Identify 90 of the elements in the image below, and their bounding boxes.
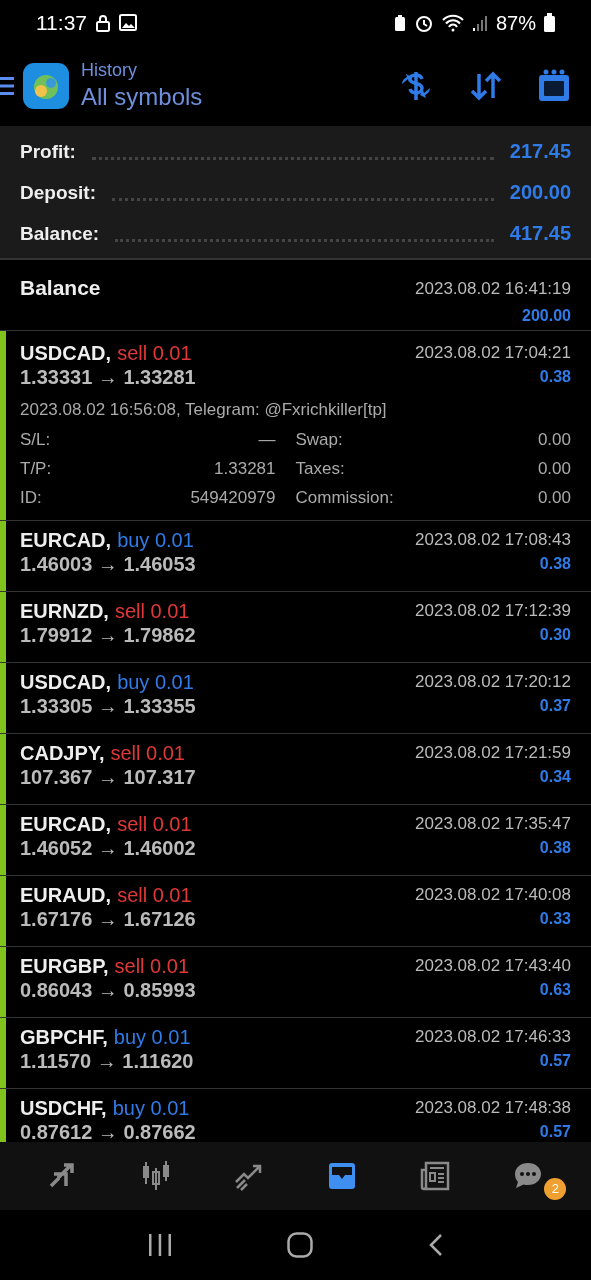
trade-symbol: EURAUD, <box>20 883 112 907</box>
app-logo-icon <box>23 62 69 109</box>
trade-profit: 0.37 <box>539 696 571 716</box>
detail-value: 0.00 <box>537 457 571 480</box>
trade-prices: 1.46052 → 1.46002 <box>20 836 196 860</box>
trade-profit: 0.38 <box>539 554 571 574</box>
home-icon[interactable] <box>287 1232 314 1258</box>
wifi-icon <box>441 13 464 32</box>
detail-label: ID: <box>20 486 42 509</box>
trade-order: sell 0.01 <box>114 954 190 978</box>
trade-profit: 0.57 <box>539 1051 571 1071</box>
trade-time: 2023.08.02 17:21:59 <box>415 742 571 764</box>
detail-label: Swap: <box>295 428 343 451</box>
sort-icon[interactable] <box>469 70 503 101</box>
trade-order: sell 0.01 <box>117 812 192 836</box>
trade-time: 2023.08.02 17:40:08 <box>415 884 571 906</box>
trade-order: sell 0.01 <box>117 883 192 907</box>
trade-time: 2023.08.02 17:43:40 <box>415 955 571 977</box>
trade-profit: 0.38 <box>539 838 571 858</box>
trade-profit: 0.38 <box>539 367 571 387</box>
trade-prices: 1.79912 → 1.79862 <box>20 623 196 647</box>
detail-value: — <box>258 428 276 451</box>
image-icon <box>119 14 137 31</box>
detail-value: 549420979 <box>190 486 276 509</box>
trade-prices: 0.87612 → 0.87662 <box>20 1120 196 1142</box>
detail-value: 0.00 <box>537 486 571 509</box>
trade-time: 2023.08.02 17:04:21 <box>415 342 571 364</box>
summary-value: 417.45 <box>509 221 571 246</box>
summary-value: 200.00 <box>509 180 571 205</box>
trade-symbol: USDCAD, <box>20 341 112 365</box>
trade-profit: 0.30 <box>539 625 571 645</box>
trade-symbol: EURCAD, <box>20 528 112 552</box>
trade-prices: 0.86043 → 0.85993 <box>20 978 196 1002</box>
screen-subtitle: History <box>81 59 138 82</box>
summary-label: Deposit: <box>20 180 96 205</box>
trade-time: 2023.08.02 17:35:47 <box>415 813 571 835</box>
trade-prices: 1.46003 → 1.46053 <box>20 552 196 576</box>
entry-amount: 200.00 <box>522 305 571 326</box>
summary-label: Profit: <box>20 139 76 164</box>
trade-symbol: CADJPY, <box>20 741 105 765</box>
trade-order: sell 0.01 <box>117 341 192 365</box>
detail-label: Taxes: <box>295 457 345 480</box>
calendar-icon[interactable] <box>537 68 571 103</box>
trade-symbol: EURCAD, <box>20 812 112 836</box>
detail-value: 1.33281 <box>214 457 276 480</box>
trade-order: buy 0.01 <box>113 1025 191 1049</box>
trade-time: 2023.08.02 17:12:39 <box>415 600 571 622</box>
trade-profit: 0.57 <box>539 1122 571 1142</box>
battery-percent: 87% <box>495 10 536 36</box>
trade-symbol: EURNZD, <box>20 599 109 623</box>
trade-time: 2023.08.02 17:20:12 <box>415 671 571 693</box>
screen-title: All symbols <box>81 81 203 112</box>
detail-label: T/P: <box>20 457 52 480</box>
trade-prices: 1.33305 → 1.33355 <box>20 694 196 718</box>
trade-prices: 1.11570 → 1.11620 <box>20 1049 194 1073</box>
trade-prices: 107.367 → 107.317 <box>20 765 196 789</box>
trade-order: buy 0.01 <box>117 528 194 552</box>
trade-profit: 0.34 <box>539 767 571 787</box>
trade-symbol: GBPCHF, <box>20 1025 108 1049</box>
trade-order: sell 0.01 <box>114 599 190 623</box>
trade-comment: 2023.08.02 16:56:08, Telegram: @Fxrichkiller[tp] <box>20 399 388 421</box>
entry-time: 2023.08.02 16:41:19 <box>415 278 571 300</box>
summary-label: Balance: <box>20 221 100 246</box>
detail-value: 0.00 <box>537 428 571 451</box>
trade-symbol: EURGBP, <box>20 954 109 978</box>
trade-time: 2023.08.02 17:46:33 <box>415 1026 571 1048</box>
trade-order: sell 0.01 <box>110 741 185 765</box>
menu-icon[interactable] <box>0 74 14 97</box>
trade-profit: 0.33 <box>539 909 571 929</box>
trade-profit: 0.63 <box>539 980 571 1000</box>
notification-badge: 2 <box>544 1178 567 1200</box>
trade-order: buy 0.01 <box>112 1096 190 1120</box>
trade-prices: 1.67176 → 1.67126 <box>20 907 196 931</box>
status-time: 11:37 <box>36 9 87 36</box>
recent-apps-icon[interactable] <box>147 1234 172 1256</box>
lock-icon <box>95 13 111 32</box>
back-icon[interactable] <box>429 1233 444 1257</box>
detail-label: Commission: <box>295 486 394 509</box>
detail-label: S/L: <box>20 428 51 451</box>
trade-time: 2023.08.02 17:48:38 <box>415 1097 571 1119</box>
trade-order: buy 0.01 <box>117 670 194 694</box>
summary-value: 217.45 <box>509 139 571 164</box>
trade-prices: 1.33331 → 1.33281 <box>20 365 196 389</box>
entry-title: Balance <box>20 275 101 301</box>
trade-time: 2023.08.02 17:08:43 <box>415 529 571 551</box>
trade-symbol: USDCHF, <box>20 1096 107 1120</box>
battery-icon <box>544 13 555 32</box>
battery-saver-icon <box>393 13 406 32</box>
trade-symbol: USDCAD, <box>20 670 112 694</box>
signal-icon <box>471 13 488 32</box>
